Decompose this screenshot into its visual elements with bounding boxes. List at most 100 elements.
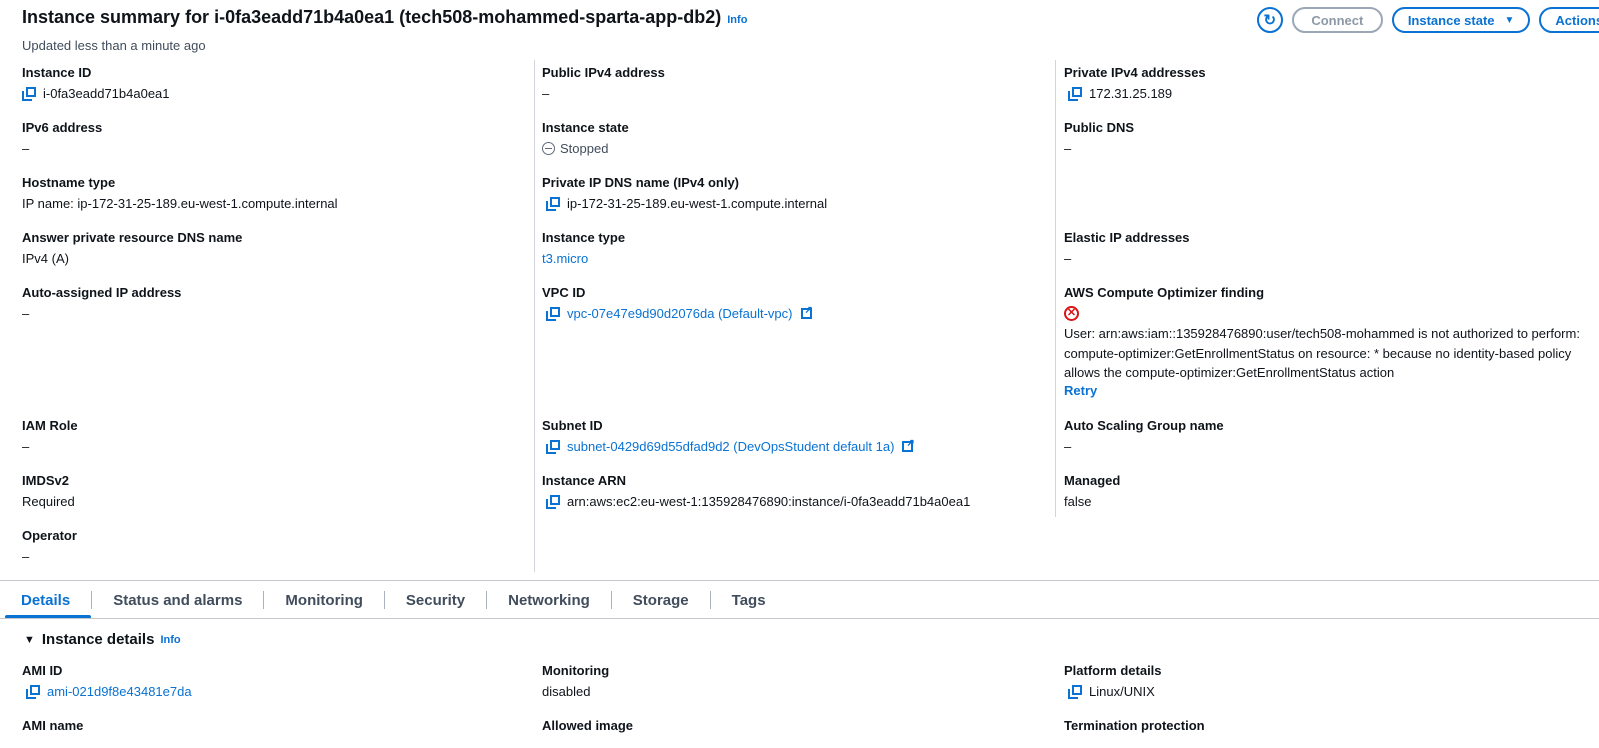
instance-id-value: i-0fa3eadd71b4a0ea1 [43,86,170,101]
copy-icon[interactable] [22,86,36,101]
field-operator: Operator – [22,528,77,564]
auto-ip-value: – [22,306,30,321]
field-label: Hostname type [22,175,116,190]
copy-icon[interactable] [1068,86,1082,101]
answer-dns-value: IPv4 (A) [22,251,69,266]
field-platform: Platform details Linux/UNIX [1064,663,1162,699]
copy-icon[interactable] [1068,684,1082,699]
stopped-icon [542,142,555,155]
updated-text: Updated less than a minute ago [22,38,206,53]
section-title: Instance details [41,631,155,648]
field-label: Elastic IP addresses [1064,230,1190,245]
instance-state-value: Stopped [560,141,609,156]
field-subnet-id: Subnet ID subnet-0429d69d55dfad9d2 (DevO… [542,418,915,454]
field-monitoring: Monitoring disabled [542,663,609,699]
ipv6-value: – [22,141,30,156]
retry-link[interactable]: Retry [1064,383,1599,398]
tab-networking[interactable]: Networking [487,582,611,618]
field-label: Termination protection [1064,718,1205,733]
vpc-id-link[interactable]: vpc-07e47e9d90d2076da (Default-vpc) [567,306,793,321]
tab-details[interactable]: Details [0,582,92,619]
optimizer-error-message: User: arn:aws:iam::135928476890:user/tec… [1064,326,1580,380]
copy-icon[interactable] [546,439,560,454]
tab-security[interactable]: Security [385,582,486,618]
field-optimizer: AWS Compute Optimizer finding ✕ User: ar… [1064,285,1599,398]
field-label: Private IP DNS name (IPv4 only) [542,175,739,190]
field-label: Public IPv4 address [542,65,665,80]
ami-id-link[interactable]: ami-021d9f8e43481e7da [47,684,192,699]
public-ipv4-value: – [542,86,550,101]
field-vpc-id: VPC ID vpc-07e47e9d90d2076da (Default-vp… [542,285,813,321]
actions-button[interactable]: Actions▼ [1539,7,1599,33]
tab-monitoring[interactable]: Monitoring [264,582,383,618]
platform-value: Linux/UNIX [1089,684,1155,699]
tab-storage[interactable]: Storage [612,582,710,618]
external-link-icon[interactable] [800,305,813,319]
field-iam-role: IAM Role – [22,418,78,454]
copy-icon[interactable] [546,306,560,321]
tab-status-and-alarms[interactable]: Status and alarms [92,582,263,618]
field-label: IMDSv2 [22,473,69,488]
asg-name-value: – [1064,439,1072,454]
private-ipv4-value: 172.31.25.189 [1089,86,1173,101]
copy-icon[interactable] [26,684,40,699]
field-label: Allowed image [542,718,634,733]
refresh-button[interactable]: ↻ [1256,7,1283,33]
subnet-id-link[interactable]: subnet-0429d69d55dfad9d2 (DevOpsStudent … [567,439,894,454]
external-link-icon[interactable] [902,438,915,452]
info-link[interactable]: Info [727,14,747,26]
field-label: IPv6 address [22,120,103,135]
divider [0,618,1599,619]
field-private-dns: Private IP DNS name (IPv4 only) ip-172-3… [542,175,827,211]
field-label: Instance state [542,120,629,135]
copy-icon[interactable] [546,196,560,211]
monitoring-value: disabled [542,684,591,699]
instance-arn-value: arn:aws:ec2:eu-west-1:135928476890:insta… [567,494,971,509]
field-allowed-image: Allowed image [542,718,633,733]
field-instance-state: Instance state Stopped [542,120,629,156]
field-label: Public DNS [1064,120,1135,135]
field-auto-ip: Auto-assigned IP address – [22,285,181,321]
private-dns-value: ip-172-31-25-189.eu-west-1.compute.inter… [567,196,828,211]
field-ami-name: AMI name [22,718,83,733]
caret-down-icon: ▼ [1504,14,1515,26]
connect-button[interactable]: Connect [1291,7,1383,33]
info-link[interactable]: Info [160,634,180,646]
instance-type-link[interactable]: t3.micro [542,251,625,266]
field-label: Instance ID [22,65,92,80]
operator-value: – [22,549,30,564]
field-answer-dns: Answer private resource DNS name IPv4 (A… [22,230,242,266]
copy-icon[interactable] [546,494,560,509]
field-ipv6: IPv6 address – [22,120,102,156]
field-label: Operator [22,528,77,543]
field-asg-name: Auto Scaling Group name – [1064,418,1224,454]
page-title: Instance summary for i-0fa3eadd71b4a0ea1… [22,7,747,28]
imdsv2-value: Required [22,494,75,509]
field-label: Managed [1064,473,1121,488]
field-label: AWS Compute Optimizer finding [1064,285,1265,300]
instance-state-button[interactable]: Instance state ▼ [1391,7,1531,33]
divider [0,580,1599,581]
elastic-ip-value: – [1064,251,1072,266]
field-managed: Managed false [1064,473,1120,509]
field-label: IAM Role [22,418,78,433]
field-ami-id: AMI ID ami-021d9f8e43481e7da [22,663,192,699]
actions-label: Actions [1555,12,1599,28]
column-divider [534,60,535,572]
toolbar: ↻ Connect Instance state ▼ Actions▼ [1256,7,1599,33]
field-label: AMI name [22,718,84,733]
field-label: Platform details [1064,663,1162,678]
column-divider [1055,60,1056,517]
field-label: Instance ARN [542,473,627,488]
instance-details-toggle[interactable]: ▼ Instance details Info [24,631,181,648]
field-instance-id: Instance ID i-0fa3eadd71b4a0ea1 [22,65,170,101]
field-imdsv2: IMDSv2 Required [22,473,75,509]
instance-state-label: Instance state [1407,12,1495,28]
refresh-icon: ↻ [1263,12,1277,29]
managed-value: false [1064,494,1092,509]
field-label: Auto-assigned IP address [22,285,182,300]
hostname-type-value: IP name: ip-172-31-25-189.eu-west-1.comp… [22,196,338,211]
page-title-text: Instance summary for i-0fa3eadd71b4a0ea1… [22,7,722,27]
field-label: Instance type [542,230,626,245]
tab-tags[interactable]: Tags [711,582,787,618]
